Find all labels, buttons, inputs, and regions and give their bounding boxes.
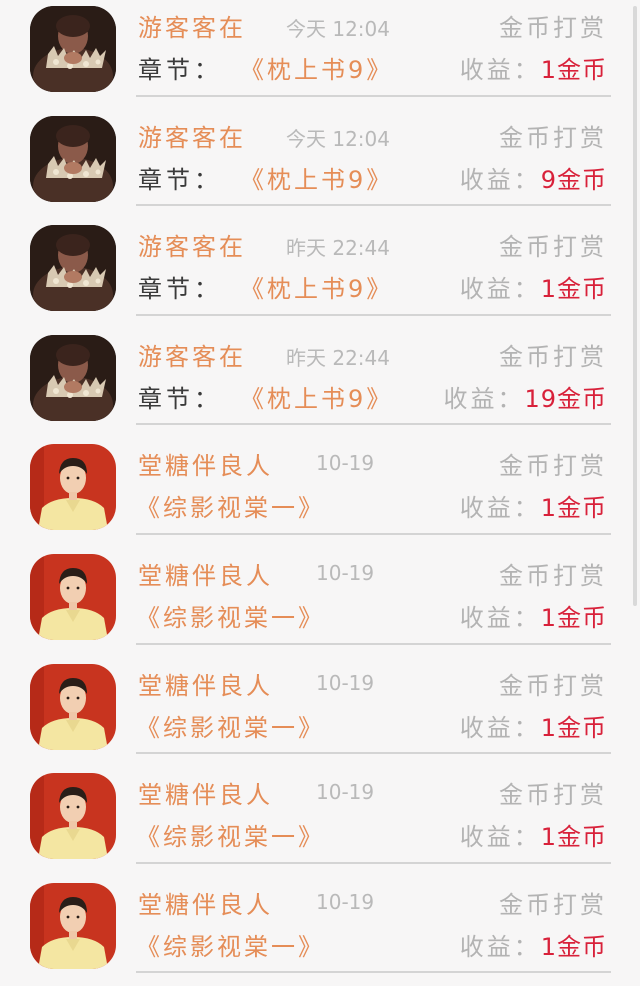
income-info: 收益：1金币: [460, 269, 607, 304]
reward-time: 今天 12:04: [286, 126, 390, 151]
chapter-label: 章节：: [138, 275, 222, 304]
income-amount: 19金币: [524, 384, 607, 413]
income-label: 收益：: [459, 275, 541, 304]
income-info: 收益：1金币: [460, 598, 607, 633]
tip-type-label: 金币打赏: [499, 671, 607, 700]
chapter-label: 章节：: [138, 56, 222, 84]
book-title-link[interactable]: 《综影视棠一》: [136, 598, 325, 633]
income-amount: 1金币: [540, 932, 607, 961]
divider: [136, 971, 611, 974]
user-name[interactable]: 堂糖伴良人: [138, 666, 273, 701]
tip-type-label: 金币打赏: [499, 890, 607, 919]
book-title-link[interactable]: 《枕上书9》: [240, 269, 393, 304]
income-info: 收益：9金币: [460, 160, 607, 195]
tip-type-label: 金币打赏: [499, 781, 607, 810]
income-amount: 1金币: [540, 713, 607, 742]
reward-time: 10-19: [316, 451, 375, 476]
reward-list-item[interactable]: 堂糖伴良人 10-19 金币打赏《综影视棠一》 收益：1金币: [0, 548, 640, 658]
user-avatar[interactable]: [30, 773, 116, 860]
income-amount: 1金币: [540, 603, 607, 632]
reward-list: 游客客在 今天 12:04 金币打赏 章节： 《枕上书9》 收益：1金币 游客客在 今天 1…: [0, 0, 640, 986]
chapter-label: 章节：: [138, 165, 222, 194]
book-title-link[interactable]: 《综影视棠一》: [136, 927, 325, 962]
divider: [136, 861, 611, 864]
tip-type-label: 金币打赏: [499, 561, 607, 590]
income-amount: 1金币: [540, 494, 607, 523]
reward-list-item[interactable]: 游客客在 昨天 22:44 金币打赏章节： 《枕上书9》 收益：1金币: [0, 219, 640, 329]
income-label: 收益：: [459, 603, 541, 632]
user-avatar[interactable]: [30, 115, 116, 202]
reward-time: 昨天 22:44: [286, 236, 390, 261]
reward-time: 今天 12:04: [286, 17, 390, 41]
income-label: 收益：: [459, 494, 541, 523]
income-label: 收益：: [459, 932, 541, 961]
reward-list-item[interactable]: 堂糖伴良人 10-19 金币打赏《综影视棠一》 收益：1金币: [0, 877, 640, 986]
reward-time: 10-19: [316, 560, 375, 585]
income-amount: 1金币: [540, 275, 607, 304]
divider: [136, 423, 611, 426]
reward-list-item[interactable]: 游客客在 今天 12:04 金币打赏章节： 《枕上书9》 收益：1金币: [0, 0, 640, 110]
divider: [136, 532, 611, 535]
income-amount: 1金币: [540, 823, 607, 852]
user-name[interactable]: 游客客在: [138, 337, 246, 372]
book-title-link[interactable]: 《综影视棠一》: [136, 817, 325, 852]
book-title-link[interactable]: 《枕上书9》: [240, 160, 393, 195]
income-label: 收益：: [459, 165, 541, 194]
user-name[interactable]: 堂糖伴良人: [138, 775, 273, 810]
income-label: 收益：: [459, 713, 541, 742]
book-title-link[interactable]: 《枕上书9》: [240, 379, 393, 414]
reward-time: 10-19: [316, 780, 375, 805]
tip-type-label: 金币打赏: [499, 123, 607, 152]
income-amount: 9金币: [540, 165, 607, 194]
divider: [136, 313, 611, 316]
user-avatar[interactable]: [30, 334, 116, 421]
user-name[interactable]: 游客客在: [138, 118, 246, 153]
user-name[interactable]: 堂糖伴良人: [138, 446, 273, 481]
income-info: 收益：1金币: [460, 817, 607, 852]
divider: [136, 204, 611, 207]
income-info: 收益：19金币: [443, 379, 607, 414]
user-avatar[interactable]: [30, 225, 116, 312]
reward-time: 10-19: [316, 889, 375, 914]
tip-type-label: 金币打赏: [499, 14, 607, 42]
reward-list-item[interactable]: 游客客在 今天 12:04 金币打赏章节： 《枕上书9》 收益：9金币: [0, 110, 640, 220]
income-info: 收益：1金币: [460, 50, 607, 85]
user-avatar[interactable]: [30, 6, 116, 92]
income-amount: 1金币: [540, 56, 607, 84]
user-avatar[interactable]: [30, 553, 116, 640]
divider: [136, 94, 611, 97]
user-name[interactable]: 游客客在: [138, 227, 246, 262]
tip-type-label: 金币打赏: [499, 233, 607, 262]
chapter-label: 章节：: [138, 384, 222, 413]
user-name[interactable]: 堂糖伴良人: [138, 556, 273, 591]
tip-type-label: 金币打赏: [499, 342, 607, 371]
income-info: 收益：1金币: [460, 708, 607, 743]
income-label: 收益：: [459, 823, 541, 852]
reward-list-item[interactable]: 堂糖伴良人 10-19 金币打赏《综影视棠一》 收益：1金币: [0, 767, 640, 877]
income-label: 收益：: [459, 56, 541, 84]
divider: [136, 642, 611, 645]
reward-list-item[interactable]: 堂糖伴良人 10-19 金币打赏《综影视棠一》 收益：1金币: [0, 658, 640, 768]
user-avatar[interactable]: [30, 663, 116, 750]
user-name[interactable]: 游客客在: [138, 8, 246, 43]
user-name[interactable]: 堂糖伴良人: [138, 885, 273, 920]
scrollbar[interactable]: [633, 6, 637, 606]
reward-list-item[interactable]: 游客客在 昨天 22:44 金币打赏章节： 《枕上书9》 收益：19金币: [0, 329, 640, 439]
reward-time: 10-19: [316, 670, 375, 695]
book-title-link[interactable]: 《综影视棠一》: [136, 488, 325, 523]
user-avatar[interactable]: [30, 444, 116, 531]
book-title-link[interactable]: 《综影视棠一》: [136, 708, 325, 743]
income-info: 收益：1金币: [460, 927, 607, 962]
divider: [136, 752, 611, 755]
tip-type-label: 金币打赏: [499, 452, 607, 481]
income-info: 收益：1金币: [460, 488, 607, 523]
book-title-link[interactable]: 《枕上书9》: [240, 50, 393, 85]
reward-time: 昨天 22:44: [286, 345, 390, 370]
user-avatar[interactable]: [30, 882, 116, 969]
reward-list-item[interactable]: 堂糖伴良人 10-19 金币打赏《综影视棠一》 收益：1金币: [0, 438, 640, 548]
income-label: 收益：: [443, 384, 525, 413]
